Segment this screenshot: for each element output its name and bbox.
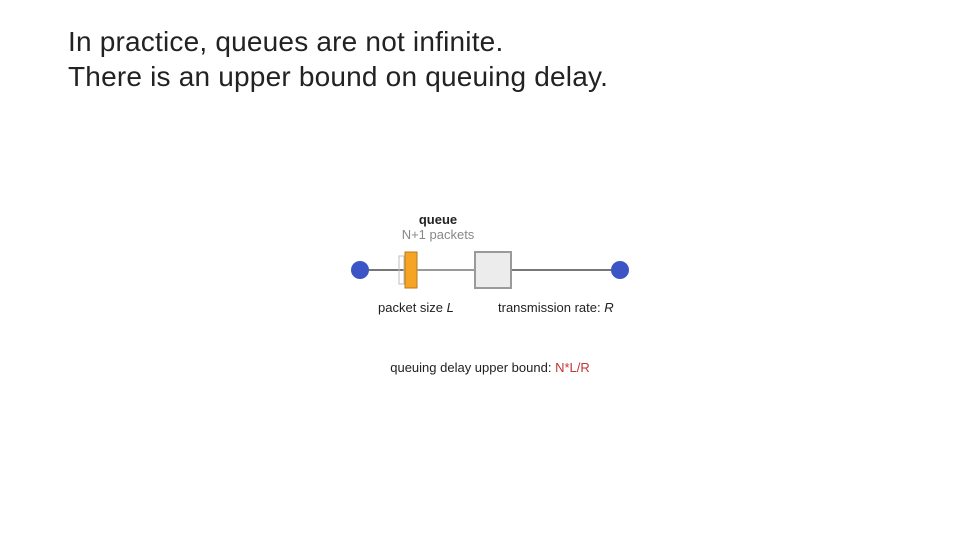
router-icon (475, 252, 511, 288)
transmission-rate-label: transmission rate: R (498, 300, 614, 315)
dest-node-icon (611, 261, 629, 279)
delay-bound-value: N*L/R (555, 360, 590, 375)
transmission-rate-var: R (604, 300, 613, 315)
slide: In practice, queues are not infinite. Th… (0, 0, 960, 540)
queue-label: queue (419, 212, 457, 227)
queue-capacity-label: N+1 packets (402, 227, 475, 242)
source-node-icon (351, 261, 369, 279)
delay-bound-label: queuing delay upper bound: N*L/R (390, 360, 590, 375)
queue-diagram (0, 0, 960, 540)
packet-size-label: packet size L (378, 300, 454, 315)
packet-size-var: L (447, 300, 454, 315)
